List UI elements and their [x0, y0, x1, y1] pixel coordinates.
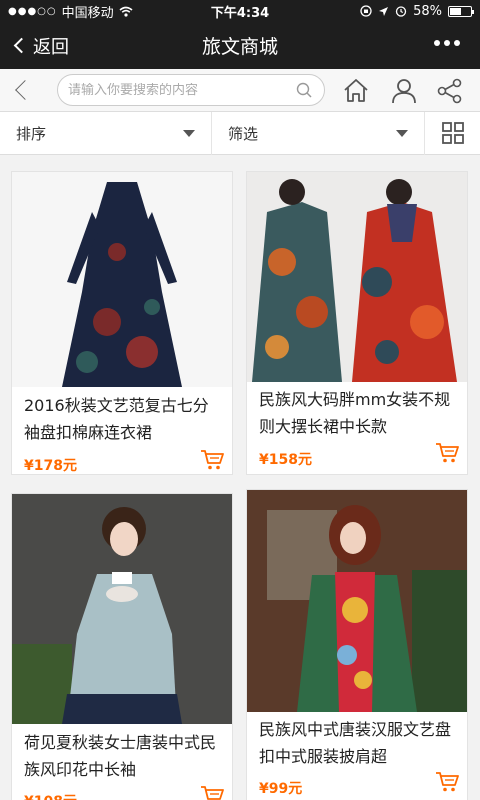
status-time: 下午4:34	[210, 5, 270, 21]
battery-icon	[448, 5, 474, 17]
product-price: ¥178元	[24, 458, 77, 474]
cart-icon[interactable]	[435, 442, 459, 464]
product-title: 荷见夏秋装女士唐装中式民族风印花中长袖	[24, 733, 217, 779]
page-title: 旅文商城	[201, 36, 278, 58]
grid-view-toggle[interactable]	[425, 112, 480, 154]
status-left: ●●●○○ 中国移动	[8, 2, 168, 21]
nav-back-icon[interactable]	[15, 80, 35, 100]
more-button[interactable]	[434, 40, 460, 46]
product-title: 民族风中式唐装汉服文艺盘扣中式服装披肩超	[259, 720, 452, 766]
search-input[interactable]	[68, 82, 278, 98]
product-price: ¥158元	[259, 452, 312, 468]
product-image	[247, 490, 467, 712]
sort-label: 排序	[16, 125, 47, 143]
alarm-icon	[395, 6, 407, 17]
filter-dropdown[interactable]: 筛选	[212, 112, 425, 155]
orientation-lock-icon	[360, 5, 372, 17]
product-title: 2016秋装文艺范复古七分袖盘扣棉麻连衣裙	[24, 396, 209, 442]
product-image	[247, 172, 467, 382]
product-card[interactable]: 2016秋装文艺范复古七分袖盘扣棉麻连衣裙 ¥178元	[11, 171, 233, 475]
wifi-icon	[119, 6, 133, 17]
share-icon[interactable]	[436, 77, 464, 105]
product-grid: 2016秋装文艺范复古七分袖盘扣棉麻连衣裙 ¥178元 民族风大码胖mm女装不规…	[0, 156, 480, 800]
product-image	[12, 494, 232, 724]
dot-icon	[454, 40, 460, 46]
cart-icon[interactable]	[435, 771, 459, 793]
user-icon[interactable]	[390, 77, 418, 105]
back-label: 返回	[33, 36, 69, 58]
home-icon[interactable]	[342, 77, 370, 105]
sort-dropdown[interactable]: 排序	[0, 112, 212, 155]
product-card[interactable]: 民族风中式唐装汉服文艺盘扣中式服装披肩超 ¥99元	[246, 489, 468, 800]
status-right: 58%	[312, 3, 474, 19]
dot-icon	[444, 40, 450, 46]
dot-icon	[434, 40, 440, 46]
product-image	[12, 172, 232, 387]
carrier-label: 中国移动	[61, 5, 114, 21]
battery-percent: 58%	[413, 3, 442, 19]
location-icon	[379, 6, 389, 16]
search-icon[interactable]	[296, 82, 312, 98]
battery-fill	[450, 7, 461, 15]
caret-down-icon	[183, 130, 195, 137]
search-box[interactable]	[57, 74, 325, 106]
product-price: ¥99元	[259, 781, 303, 797]
chevron-left-icon	[13, 37, 30, 54]
product-card[interactable]: 荷见夏秋装女士唐装中式民族风印花中长袖 ¥108元	[11, 493, 233, 800]
search-bar	[0, 69, 480, 112]
filter-label: 筛选	[228, 125, 259, 143]
filter-bar: 排序 筛选	[0, 112, 480, 155]
cart-icon[interactable]	[200, 449, 224, 471]
grid-icon	[441, 122, 464, 144]
status-bar: ●●●○○ 中国移动 下午4:34 58%	[0, 0, 480, 22]
product-title: 民族风大码胖mm女装不规则大摆长裙中长款	[259, 390, 451, 436]
product-card[interactable]: 民族风大码胖mm女装不规则大摆长裙中长款 ¥158元	[246, 171, 468, 475]
cart-icon[interactable]	[200, 785, 224, 800]
title-bar: 返回 旅文商城	[0, 22, 480, 69]
signal-icon: ●●●○○	[8, 5, 57, 17]
caret-down-icon	[396, 130, 408, 137]
product-price: ¥108元	[24, 791, 77, 800]
back-button[interactable]: 返回	[12, 33, 69, 59]
